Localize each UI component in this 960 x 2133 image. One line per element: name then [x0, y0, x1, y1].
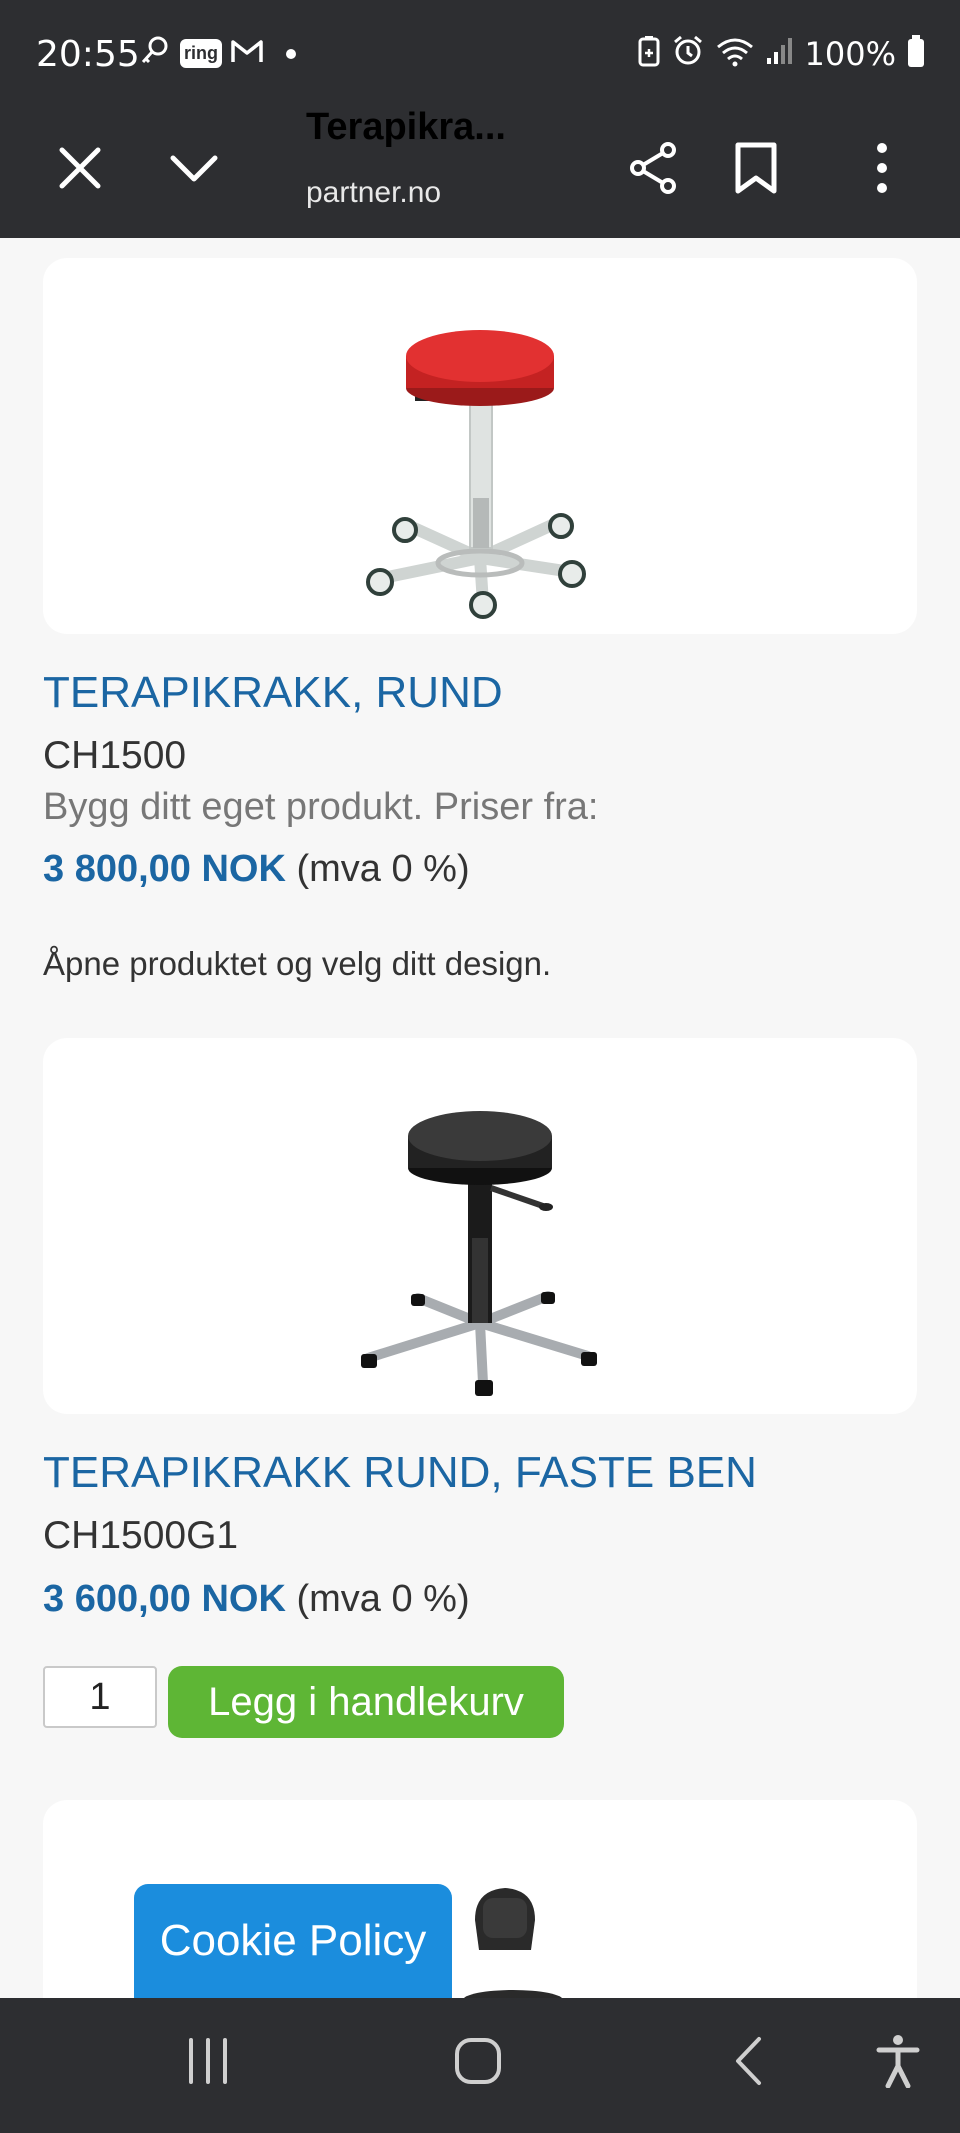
alarm-icon: [671, 34, 705, 73]
page-title: Terapikra...: [306, 106, 506, 148]
back-button[interactable]: [708, 2028, 788, 2098]
cookie-policy-button[interactable]: Cookie Policy: [134, 1884, 452, 1998]
recent-apps-button[interactable]: [168, 2028, 248, 2098]
product-sku: CH1500: [43, 734, 187, 777]
system-nav-bar: [0, 1998, 960, 2133]
price-vat: (mva 0 %): [296, 1578, 470, 1620]
page-content[interactable]: TERAPIKRAKK, RUND CH1500 Bygg ditt eget …: [0, 238, 960, 1998]
product-sku: CH1500G1: [43, 1514, 239, 1557]
product-price: 3 600,00 NOK (mva 0 %): [43, 1578, 470, 1621]
product-price: 3 800,00 NOK (mva 0 %): [43, 848, 470, 891]
product-design-hint: Åpne produktet og velg ditt design.: [43, 945, 552, 982]
close-icon: [58, 146, 102, 195]
product-name-link[interactable]: TERAPIKRAKK, RUND: [43, 668, 503, 718]
price-amount: 3 600,00 NOK: [43, 1578, 286, 1620]
recent-apps-icon: [185, 2037, 231, 2089]
home-icon: [454, 2037, 502, 2090]
quantity-input[interactable]: 1: [43, 1666, 157, 1728]
product-image-card[interactable]: [43, 258, 917, 634]
key-icon: [138, 34, 172, 73]
more-options-button[interactable]: [844, 132, 920, 208]
product-price-note: Bygg ditt eget produkt. Priser fra:: [43, 786, 599, 828]
more-vertical-icon: [874, 142, 890, 199]
chevron-down-icon: [169, 153, 219, 188]
share-button[interactable]: [616, 132, 692, 208]
close-button[interactable]: [42, 132, 118, 208]
notification-dot-icon: [286, 48, 296, 59]
bookmark-icon: [734, 142, 778, 199]
battery-icon: [906, 34, 926, 73]
accessibility-button[interactable]: [858, 2028, 938, 2098]
add-to-cart-button[interactable]: Legg i handlekurv: [168, 1666, 564, 1738]
price-amount: 3 800,00 NOK: [43, 848, 286, 890]
status-bar: 20:55 ring 100%: [0, 0, 960, 104]
battery-percent: 100%: [804, 34, 896, 73]
page-url: partner.no: [306, 176, 442, 209]
ring-app-icon: ring: [180, 39, 222, 68]
product-name-link[interactable]: TERAPIKRAKK RUND, FASTE BEN: [43, 1448, 757, 1498]
product-image-card[interactable]: [43, 1038, 917, 1414]
status-time: 20:55: [36, 34, 140, 75]
home-button[interactable]: [438, 2028, 518, 2098]
minimize-button[interactable]: [156, 132, 232, 208]
back-chevron-icon: [733, 2036, 763, 2091]
signal-icon: [765, 36, 795, 71]
battery-saver-icon: [637, 35, 661, 72]
price-vat: (mva 0 %): [296, 848, 470, 890]
black-stool-image: [361, 1111, 597, 1396]
wifi-icon: [715, 35, 755, 72]
red-stool-image: [366, 330, 586, 619]
accessibility-icon: [876, 2034, 920, 2093]
bookmark-button[interactable]: [718, 132, 794, 208]
share-icon: [626, 140, 682, 201]
gmail-icon: [230, 36, 264, 71]
